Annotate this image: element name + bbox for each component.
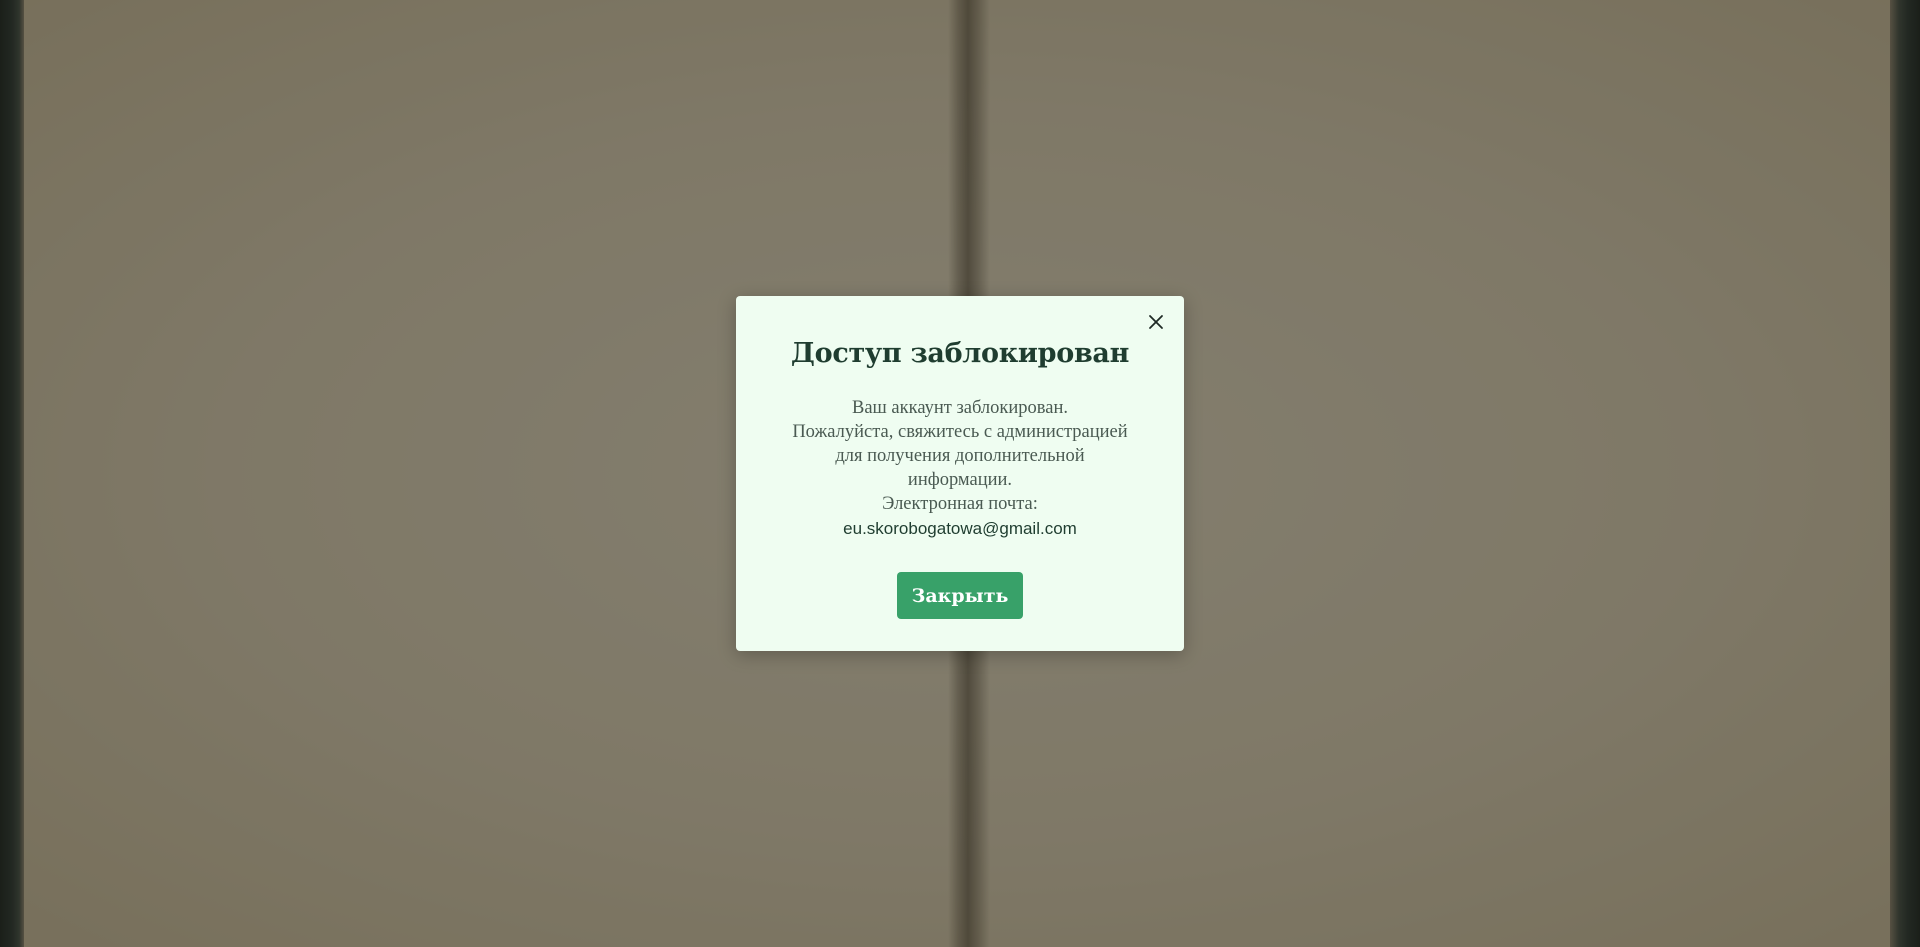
close-button[interactable]: Закрыть <box>897 572 1023 619</box>
message-line: Пожалуйста, свяжитесь с администрацией <box>792 422 1128 442</box>
message-line: Электронная почта: <box>882 494 1038 514</box>
dialog-message: Ваш аккаунт заблокирован. Пожалуйста, св… <box>776 396 1144 541</box>
message-line: для получения дополнительной <box>835 446 1085 466</box>
contact-email: eu.skorobogatowa@gmail.com <box>843 519 1077 538</box>
dialog-title: Доступ заблокирован <box>790 338 1130 369</box>
message-line: Ваш аккаунт заблокирован. <box>851 398 1069 418</box>
message-line: информации. <box>907 470 1013 490</box>
close-icon[interactable] <box>1144 310 1168 334</box>
access-blocked-dialog: Доступ заблокирован Ваш аккаунт заблокир… <box>736 296 1184 651</box>
